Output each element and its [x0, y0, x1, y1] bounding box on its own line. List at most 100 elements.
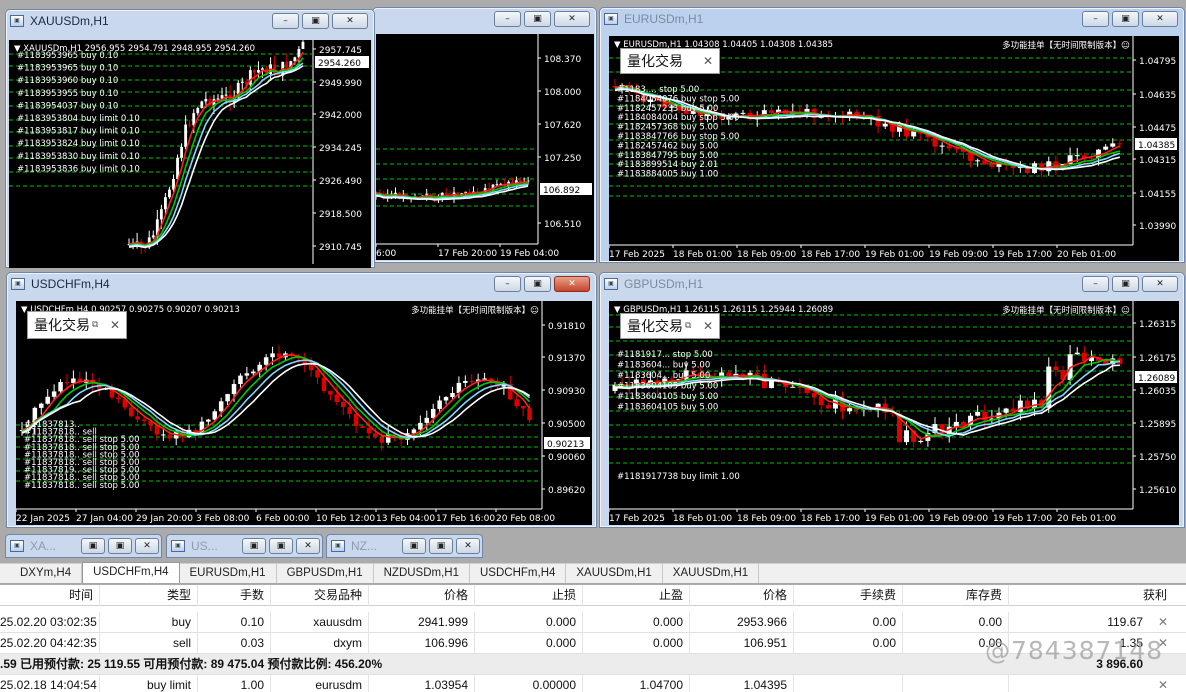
eurusd-chart-window[interactable]: ▣ EURUSDm,H1 – ▣ ✕ ▼ EURUSDm,H1 1.04308 …	[599, 7, 1185, 263]
dxy-chart-area[interactable]: 108.370 108.000 107.620 107.250 106.892 106.5…	[376, 34, 594, 260]
candle-body	[240, 81, 244, 84]
col-open-price[interactable]: 价格	[369, 585, 475, 606]
candle-body	[463, 381, 468, 383]
col-price[interactable]: 价格	[690, 585, 794, 606]
candle-body	[151, 235, 155, 238]
order-label-text: #1183604105 buy 5.00	[617, 403, 718, 413]
maximize-button[interactable]: ▣	[108, 538, 132, 554]
price-axis-label: 107.250	[544, 154, 581, 164]
col-symbol[interactable]: 交易品种	[271, 585, 369, 606]
col-profit[interactable]: 获利	[1009, 585, 1173, 606]
maximize-button[interactable]: ▣	[1112, 11, 1139, 27]
candle-body	[263, 357, 269, 365]
usdchf-chart-window[interactable]: ▣ USDCHFm,H4 – ▣ ✕ ▼ USDCHFm,H4 0.90257 …	[6, 272, 597, 528]
restore-button[interactable]: ▣	[81, 538, 105, 554]
col-lots[interactable]: 手数	[198, 585, 271, 606]
minimized-window-3[interactable]: ▣ NZ... ▣ ▣ ✕	[326, 534, 483, 558]
ma-cyan-line	[128, 62, 304, 248]
maximize-button[interactable]: ▣	[429, 538, 453, 554]
minimized-window-2[interactable]: ▣ US... ▣ ▣ ✕	[166, 534, 323, 558]
close-icon[interactable]: ✕	[703, 319, 713, 333]
candle-body	[225, 394, 230, 402]
quant-trading-panel[interactable]: 量化交易 ⧉ ✕	[27, 311, 127, 339]
col-time[interactable]: 时间	[0, 585, 100, 606]
candle-body	[161, 434, 166, 436]
candle-body	[51, 391, 57, 397]
cell-lots: 1.00	[198, 675, 271, 692]
xauusd-chart-window[interactable]: ▣ XAUUSDm,H1 – ▣ ✕ ▼ XAUUSDm,H1 2956.955…	[5, 9, 375, 268]
price-axis-label: 106.510	[544, 220, 581, 230]
xauusd-chart-area[interactable]: ▼ XAUUSDm,H1 2956.955 2954.791 2948.955 …	[9, 40, 371, 268]
candle-body	[818, 397, 824, 406]
maximize-button[interactable]: ▣	[524, 276, 551, 292]
tab-xauusdm-h1[interactable]: XAUUSDm,H1	[566, 564, 663, 583]
time-axis-label: 3 Feb 08:00	[196, 514, 250, 524]
minimized-window-1[interactable]: ▣ XA... ▣ ▣ ✕	[5, 534, 162, 558]
candle-body	[469, 381, 474, 383]
candle-body	[64, 382, 70, 384]
tab-dxym-h4[interactable]: DXYm,H4	[10, 564, 83, 583]
tab-gbpusdm-h1[interactable]: GBPUSDm,H1	[277, 564, 374, 583]
candle-body	[45, 396, 50, 404]
minimize-button[interactable]: –	[494, 276, 521, 292]
cell-price: 106.951	[690, 633, 794, 654]
candle-body	[904, 430, 910, 443]
time-axis-label: 13 Feb 04:00	[376, 514, 435, 524]
col-type[interactable]: 类型	[100, 585, 198, 606]
dxy-chart-window[interactable]: – ▣ ✕ 108.370 108.000 107.620 107.250 106.89…	[372, 7, 597, 263]
restore-button[interactable]: ▣	[402, 538, 426, 554]
tab-nzdusdm-h1[interactable]: NZDUSDm,H1	[374, 564, 470, 583]
quant-trading-panel[interactable]: 量化交易 ✕	[620, 48, 720, 74]
candle-body	[450, 393, 455, 398]
chart-window-icon: ▣	[604, 278, 618, 290]
maximize-button[interactable]: ▣	[269, 538, 293, 554]
candle-body	[285, 61, 289, 70]
quant-trading-panel[interactable]: 量化交易 ⧉ ✕	[620, 313, 720, 339]
close-order-icon[interactable]: ✕	[1150, 612, 1174, 633]
maximize-button[interactable]: ▣	[302, 13, 329, 29]
col-take-profit[interactable]: 止盈	[583, 585, 690, 606]
close-order-icon[interactable]: ✕	[1150, 675, 1174, 692]
order-label-text: #1183953955 buy 0.10	[17, 89, 118, 99]
restore-button[interactable]: ▣	[242, 538, 266, 554]
candle-body	[1039, 163, 1045, 172]
tab-xauusdm-h1-2[interactable]: XAUUSDm,H1	[663, 564, 760, 583]
maximize-button[interactable]: ▣	[524, 11, 551, 27]
time-axis-label: 18 Feb 17:00	[801, 514, 860, 524]
close-button[interactable]: ✕	[296, 538, 320, 554]
col-stop-loss[interactable]: 止损	[475, 585, 583, 606]
col-commission[interactable]: 手续费	[794, 585, 903, 606]
panel-title: 量化交易	[34, 318, 90, 334]
candle-body	[270, 353, 275, 358]
cell-symbol: eurusdm	[271, 675, 369, 692]
pending-order-row[interactable]: 25.02.18 14:04:54 buy limit 1.00 eurusdm…	[0, 675, 1186, 692]
close-button[interactable]: ✕	[456, 538, 480, 554]
close-button[interactable]: ✕	[554, 11, 590, 27]
minimize-button[interactable]: –	[1082, 11, 1109, 27]
close-icon[interactable]: ✕	[703, 54, 713, 68]
window-title: GBPUSDm,H1	[624, 277, 704, 291]
chart-window-icon: ▣	[11, 278, 25, 290]
minimize-button[interactable]: –	[272, 13, 299, 29]
gbpusd-chart-window[interactable]: ▣ GBPUSDm,H1 – ▣ ✕ ▼ GBPUSDm,H1 1.26115 …	[599, 272, 1185, 528]
minimize-button[interactable]: –	[494, 11, 521, 27]
maximize-button[interactable]: ▣	[1112, 276, 1139, 292]
tab-usdchfm-h4[interactable]: USDCHFm,H4	[82, 562, 180, 583]
table-row[interactable]: 25.02.20 03:02:35 buy 0.10 xauusdm 2941.…	[0, 612, 1186, 633]
close-button[interactable]: ✕	[1142, 276, 1178, 292]
candle-body	[334, 394, 340, 402]
close-button[interactable]: ✕	[135, 538, 159, 554]
restore-icon[interactable]: ⧉	[92, 320, 98, 330]
cell-commission	[794, 675, 903, 692]
minimize-button[interactable]: –	[1082, 276, 1109, 292]
close-button[interactable]: ✕	[1142, 11, 1178, 27]
close-button[interactable]: ✕	[554, 276, 590, 292]
close-icon[interactable]: ✕	[110, 318, 120, 332]
col-swap[interactable]: 库存费	[903, 585, 1009, 606]
ea-label-text: 多功能挂单【无时间限制版本】☺	[1002, 305, 1130, 316]
close-button[interactable]: ✕	[332, 13, 368, 29]
tab-usdchfm-h4-2[interactable]: USDCHFm,H4	[470, 564, 567, 583]
tab-eurusdm-h1[interactable]: EURUSDm,H1	[180, 564, 277, 583]
time-axis-label: 19 Feb 09:00	[929, 250, 988, 260]
restore-icon[interactable]: ⧉	[685, 321, 691, 331]
